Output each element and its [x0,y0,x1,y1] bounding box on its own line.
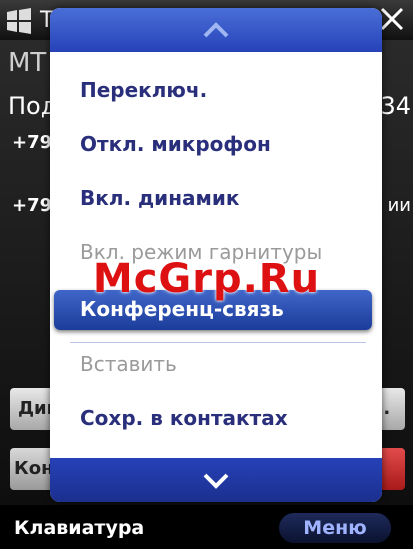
menu-scroll-up[interactable] [50,8,382,52]
caller-number-2: +79 [12,195,53,216]
popup-menu: Переключ. Откл. микрофон Вкл. динамик Вк… [50,8,382,502]
menu-scroll-down[interactable] [50,458,382,502]
menu-item-speaker[interactable]: Вкл. динамик [80,186,239,210]
operator-name: МТ [8,48,47,78]
windows-start-icon[interactable] [4,6,34,36]
menu-separator [70,342,366,343]
phone-screen: T МТ Под 34 +79 +79 ии Дин н. Конф Клави… [0,0,413,549]
menu-item-paste: Вставить [80,352,177,376]
softkey-keyboard[interactable]: Клавиатура [14,517,144,539]
softkey-menu-label: Меню [303,517,367,539]
menu-item-switch[interactable]: Переключ. [80,78,207,102]
softkey-bar: Клавиатура Меню [0,505,413,549]
chevron-down-icon [203,473,229,489]
menu-item-mute[interactable]: Откл. микрофон [80,132,271,156]
caller-label-fragment: ии [387,195,411,216]
watermark: McGrp.Ru [92,256,321,302]
menu-item-save-contact[interactable]: Сохр. в контактах [80,406,288,430]
chevron-up-icon [203,22,229,38]
call-timer: 34 [380,92,411,120]
softkey-menu[interactable]: Меню [279,513,391,543]
caller-number-1: +79 [12,132,53,153]
